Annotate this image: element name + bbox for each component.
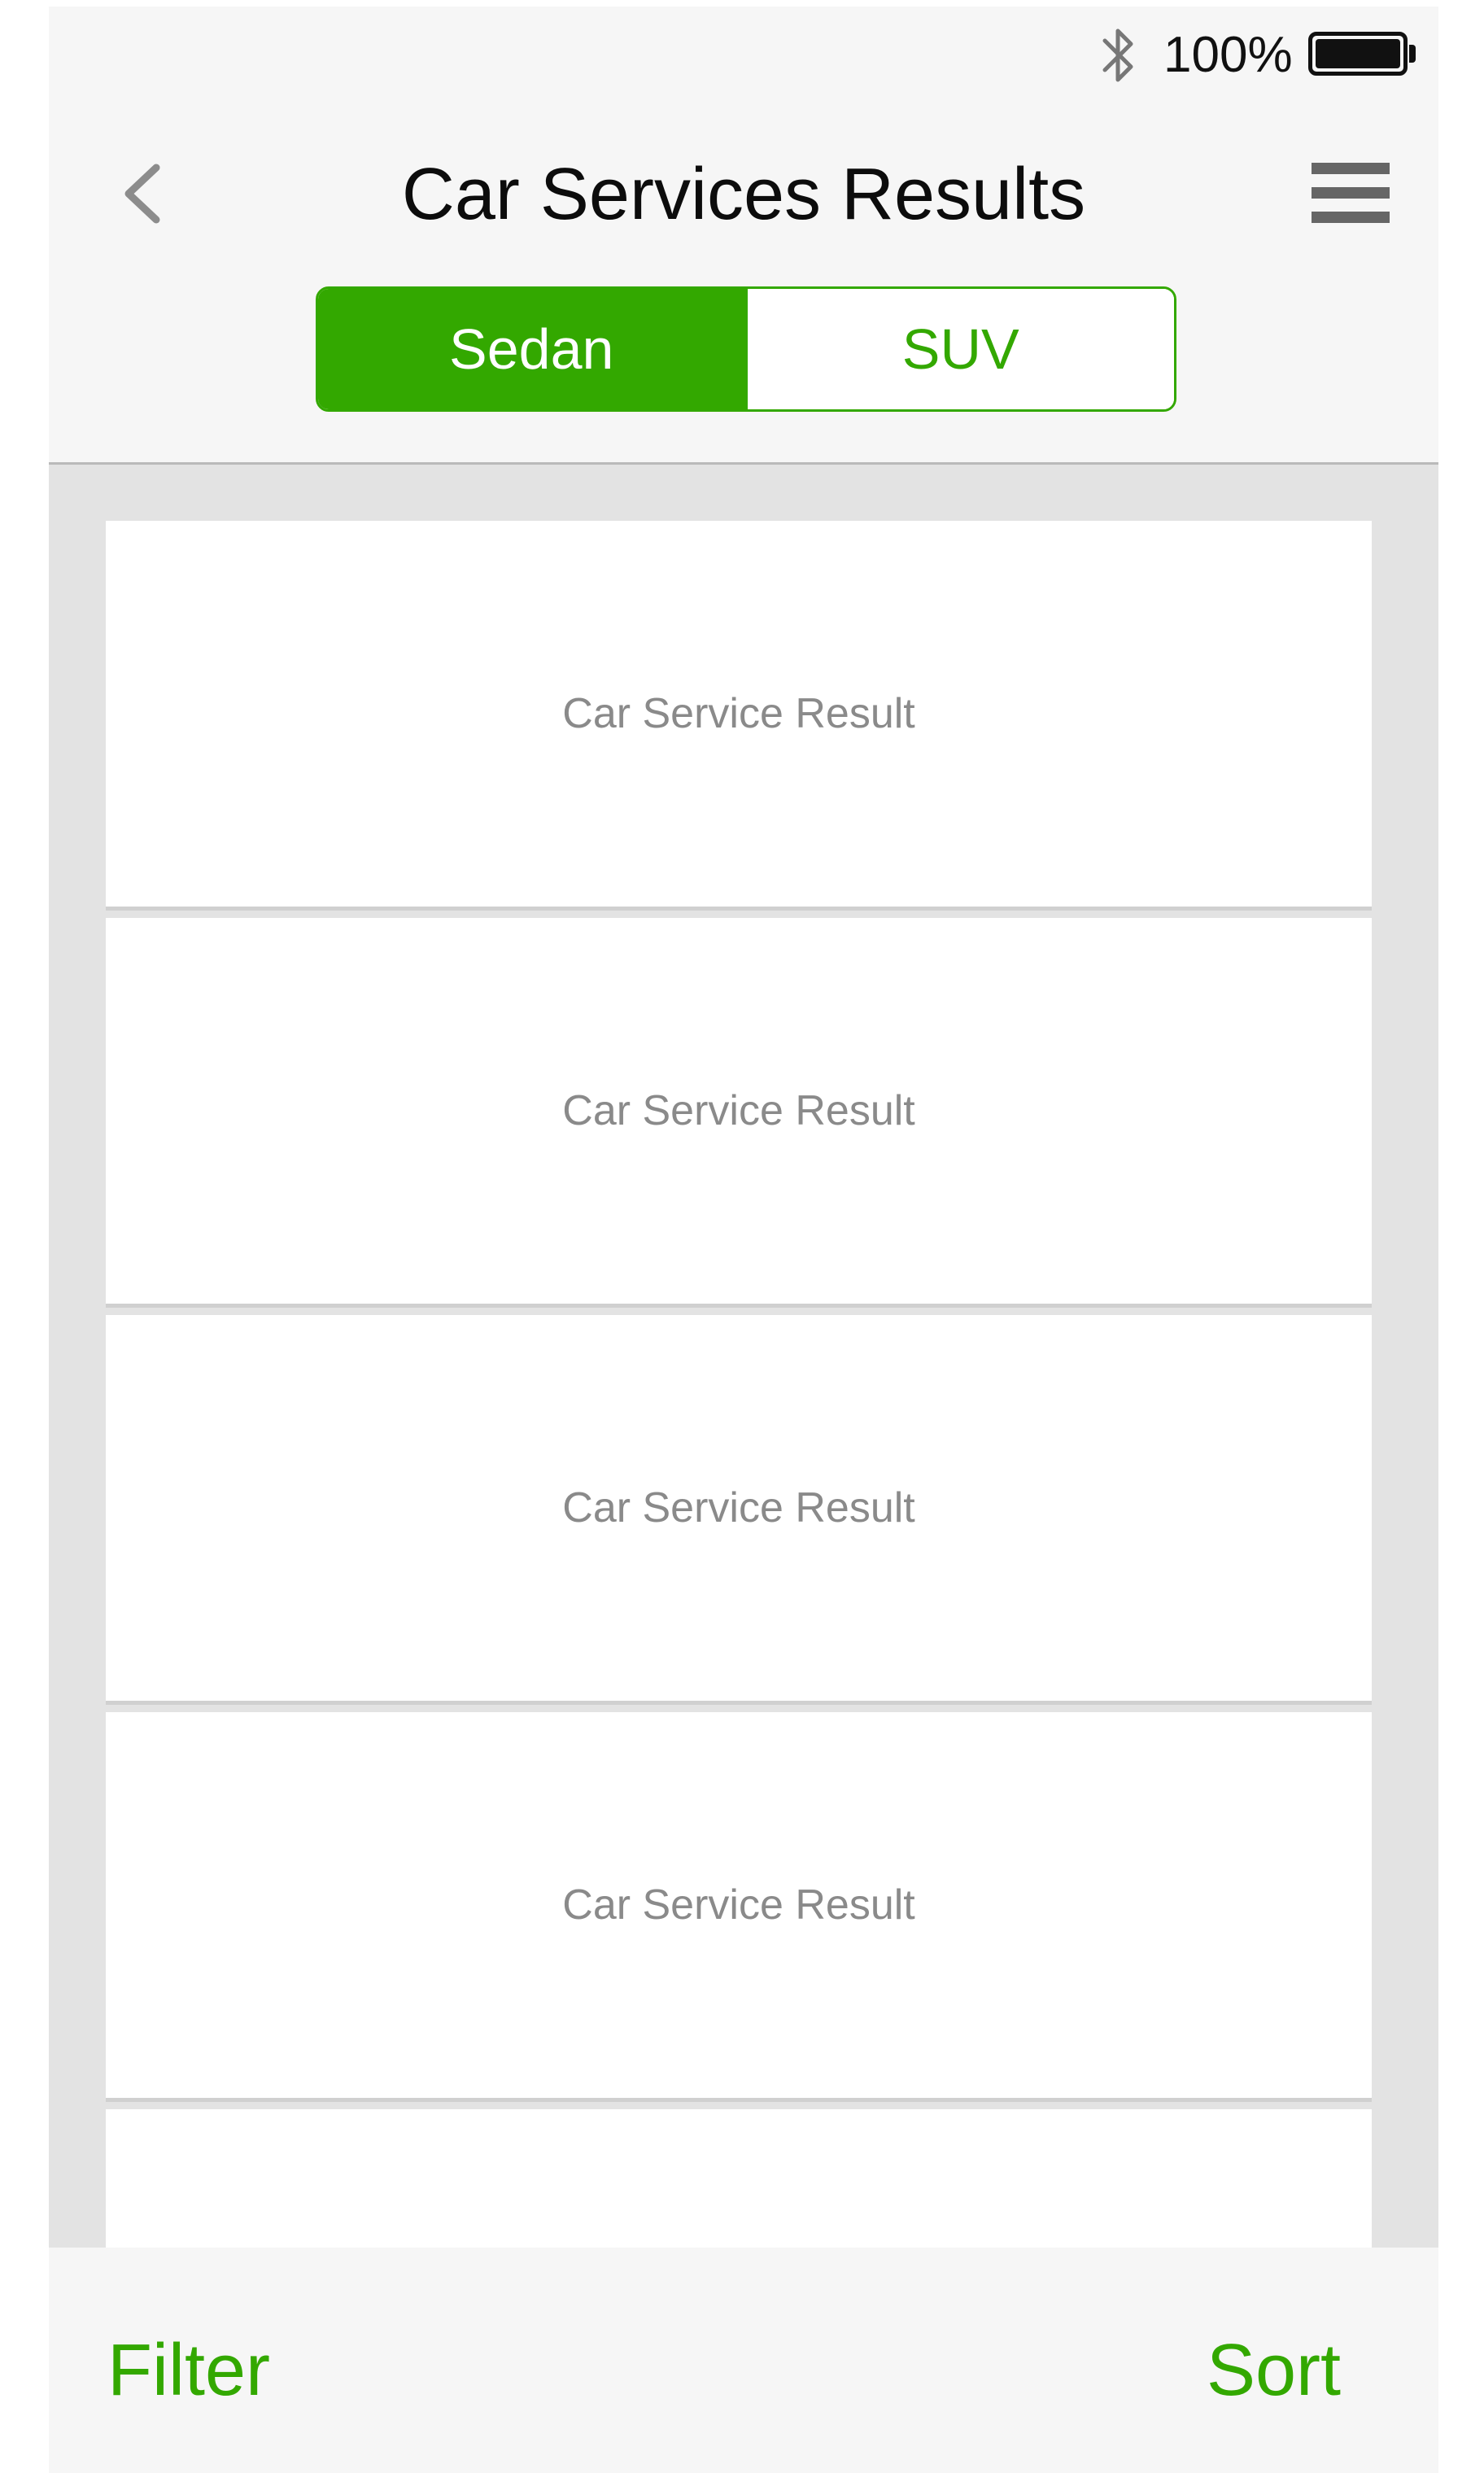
result-card[interactable]: Car Service Result	[106, 521, 1372, 907]
result-card-label: Car Service Result	[562, 1087, 915, 1134]
battery-tip	[1409, 45, 1416, 63]
battery-icon	[1308, 32, 1408, 76]
app-screen: 100% Car Services Results Sedan SUV Car …	[49, 7, 1438, 2473]
bluetooth-icon	[1102, 28, 1133, 82]
header: 100% Car Services Results Sedan SUV	[49, 7, 1438, 465]
filter-button[interactable]: Filter	[107, 2326, 270, 2415]
result-card[interactable]: Car Service Result	[106, 1712, 1372, 2098]
vehicle-type-segmented-control: Sedan SUV	[316, 286, 1176, 412]
segment-sedan[interactable]: Sedan	[318, 289, 745, 409]
chevron-left-icon[interactable]	[114, 161, 171, 226]
segment-suv[interactable]: SUV	[744, 289, 1174, 409]
bottom-toolbar: Filter Sort	[49, 2248, 1438, 2473]
result-card-label: Car Service Result	[562, 1484, 915, 1531]
result-card-label: Car Service Result	[562, 1881, 915, 1929]
result-card-label: Car Service Result	[562, 690, 915, 737]
results-list: Car Service Result Car Service Result Ca…	[106, 521, 1372, 2473]
sort-button[interactable]: Sort	[1207, 2326, 1341, 2415]
result-card[interactable]: Car Service Result	[106, 918, 1372, 1304]
page-title: Car Services Results	[401, 154, 1086, 235]
status-bar: 100%	[49, 7, 1438, 104]
battery-percentage: 100%	[1163, 27, 1293, 83]
hamburger-menu-icon[interactable]	[1312, 163, 1390, 223]
result-card[interactable]: Car Service Result	[106, 1315, 1372, 1701]
